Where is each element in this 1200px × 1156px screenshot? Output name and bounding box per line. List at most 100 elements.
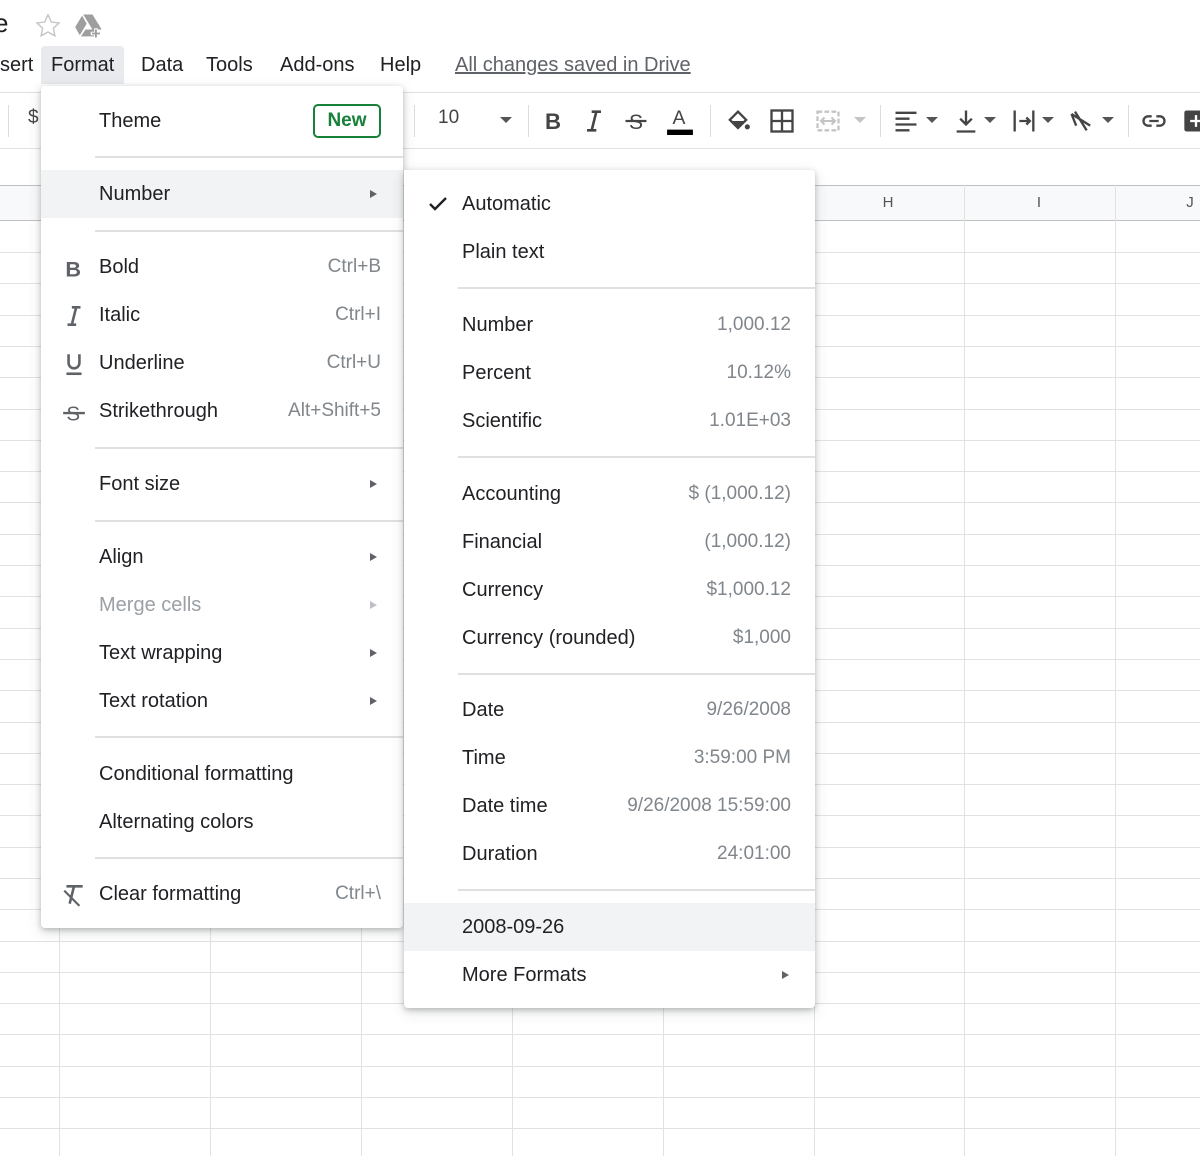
- menu-item-label: Date: [462, 699, 505, 721]
- svg-text:S: S: [629, 111, 643, 134]
- menu-item-alternating-colors[interactable]: Alternating colors: [41, 798, 403, 846]
- number-format-time[interactable]: Time 3:59:00 PM: [404, 734, 815, 782]
- bold-icon: B: [65, 257, 81, 281]
- grid-row-line: [0, 1128, 1200, 1129]
- save-status-link[interactable]: All changes saved in Drive: [455, 46, 691, 84]
- text-wrapping-icon[interactable]: [1010, 107, 1038, 135]
- strikethrough-icon[interactable]: S: [622, 107, 650, 135]
- menu-format[interactable]: Format: [41, 46, 125, 84]
- column-header-i[interactable]: I: [1029, 194, 1049, 211]
- submenu-arrow-icon: [370, 480, 377, 488]
- grid-row-line: [0, 1066, 1200, 1067]
- submenu-arrow-icon: [370, 553, 377, 561]
- merge-dropdown-icon[interactable]: [854, 117, 866, 123]
- menu-item-conditional-formatting[interactable]: Conditional formatting: [41, 750, 403, 798]
- document-title-fragment[interactable]: e: [0, 8, 8, 39]
- number-format-plain-text[interactable]: Plain text: [404, 228, 815, 276]
- menu-item-align[interactable]: Align: [41, 533, 403, 581]
- grid-row-line: [0, 1097, 1200, 1098]
- menu-item-label: Number: [99, 183, 171, 205]
- menu-item-label: Currency: [462, 579, 544, 601]
- menu-item-clear-formatting[interactable]: Clear formatting Ctrl+\: [41, 870, 403, 918]
- menu-item-font-size[interactable]: Font size: [41, 460, 403, 508]
- menu-item-label: Automatic: [462, 193, 551, 215]
- number-format-automatic[interactable]: Automatic: [404, 180, 815, 228]
- text-rotation-dropdown-icon[interactable]: [1102, 117, 1114, 123]
- menu-item-label: Theme: [99, 110, 162, 132]
- svg-text:A: A: [672, 107, 685, 129]
- menu-item-text-wrapping[interactable]: Text wrapping: [41, 629, 403, 677]
- checkmark-icon: [429, 197, 447, 211]
- menu-separator: [95, 156, 403, 158]
- number-format-currency[interactable]: Currency $1,000.12: [404, 566, 815, 614]
- fill-color-icon[interactable]: [724, 107, 752, 135]
- text-wrapping-dropdown-icon[interactable]: [1042, 117, 1054, 123]
- font-size-value[interactable]: 10: [438, 107, 459, 129]
- text-color-icon[interactable]: A: [666, 107, 694, 135]
- menu-item-theme[interactable]: Theme New: [41, 96, 403, 146]
- menu-item-underline[interactable]: Underline Ctrl+U: [41, 339, 403, 387]
- borders-icon[interactable]: [768, 107, 796, 135]
- italic-icon[interactable]: [580, 107, 608, 135]
- horizontal-align-icon[interactable]: [892, 107, 920, 135]
- menu-item-number[interactable]: Number: [41, 170, 403, 218]
- menu-item-label: Date time: [462, 795, 548, 817]
- menu-separator: [458, 456, 815, 458]
- menu-data[interactable]: Data: [131, 46, 193, 84]
- number-format-date[interactable]: Date 9/26/2008: [404, 686, 815, 734]
- star-icon[interactable]: [34, 12, 62, 40]
- svg-text:B: B: [545, 109, 561, 134]
- number-format-number[interactable]: Number 1,000.12: [404, 301, 815, 349]
- menu-item-bold[interactable]: B Bold Ctrl+B: [41, 243, 403, 291]
- column-header-h[interactable]: H: [878, 194, 898, 211]
- format-example: $1,000: [732, 627, 791, 648]
- vertical-align-dropdown-icon[interactable]: [984, 117, 996, 123]
- number-format-financial[interactable]: Financial (1,000.12): [404, 518, 815, 566]
- menu-item-italic[interactable]: Italic Ctrl+I: [41, 291, 403, 339]
- number-format-more-formats[interactable]: More Formats: [404, 951, 815, 999]
- menu-item-label: 2008-09-26: [462, 916, 565, 938]
- number-format-percent[interactable]: Percent 10.12%: [404, 349, 815, 397]
- insert-link-icon[interactable]: [1140, 107, 1168, 135]
- shortcut-text: Ctrl+B: [327, 256, 381, 277]
- shortcut-text: Ctrl+U: [326, 352, 381, 373]
- menu-item-strikethrough[interactable]: S Strikethrough Alt+Shift+5: [41, 387, 403, 435]
- menu-tools[interactable]: Tools: [196, 46, 263, 84]
- font-size-dropdown-icon[interactable]: [500, 117, 512, 123]
- menu-insert[interactable]: sert: [0, 46, 43, 84]
- number-format-duration[interactable]: Duration 24:01:00: [404, 830, 815, 878]
- submenu-arrow-icon: [370, 649, 377, 657]
- currency-format-button[interactable]: $: [28, 107, 39, 129]
- menu-help[interactable]: Help: [370, 46, 431, 84]
- menu-addons[interactable]: Add-ons: [270, 46, 365, 84]
- format-example: $ (1,000.12): [688, 483, 791, 504]
- menu-item-label: Scientific: [462, 410, 543, 432]
- number-format-custom-date[interactable]: 2008-09-26: [404, 903, 815, 951]
- grid-column-line: [1115, 185, 1116, 1156]
- number-format-date-time[interactable]: Date time 9/26/2008 15:59:00: [404, 782, 815, 830]
- menu-item-label: Text wrapping: [99, 642, 223, 664]
- number-format-accounting[interactable]: Accounting $ (1,000.12): [404, 470, 815, 518]
- toolbar-separator: [880, 105, 881, 137]
- format-example: 9/26/2008 15:59:00: [627, 795, 791, 816]
- horizontal-align-dropdown-icon[interactable]: [926, 117, 938, 123]
- bold-icon[interactable]: B: [538, 107, 566, 135]
- merge-cells-icon[interactable]: [814, 107, 842, 135]
- text-rotation-icon[interactable]: [1068, 107, 1096, 135]
- vertical-align-icon[interactable]: [952, 107, 980, 135]
- move-to-drive-icon[interactable]: [74, 12, 104, 40]
- format-menu: Theme New Number B Bold Ctrl+B Italic Ct…: [41, 86, 403, 928]
- menu-item-label: Italic: [99, 304, 141, 326]
- number-format-currency-rounded[interactable]: Currency (rounded) $1,000: [404, 614, 815, 662]
- grid-column-line: [964, 185, 965, 1156]
- menu-item-text-rotation[interactable]: Text rotation: [41, 677, 403, 725]
- italic-icon: [67, 306, 81, 326]
- format-example: 1,000.12: [717, 314, 791, 335]
- grid-row-line: [0, 1034, 1200, 1035]
- shortcut-text: Ctrl+\: [335, 883, 381, 904]
- number-format-scientific[interactable]: Scientific 1.01E+03: [404, 397, 815, 445]
- menu-separator: [95, 736, 403, 738]
- menu-item-label: Number: [462, 314, 534, 336]
- insert-comment-icon[interactable]: [1182, 107, 1200, 135]
- column-header-j[interactable]: J: [1180, 194, 1200, 211]
